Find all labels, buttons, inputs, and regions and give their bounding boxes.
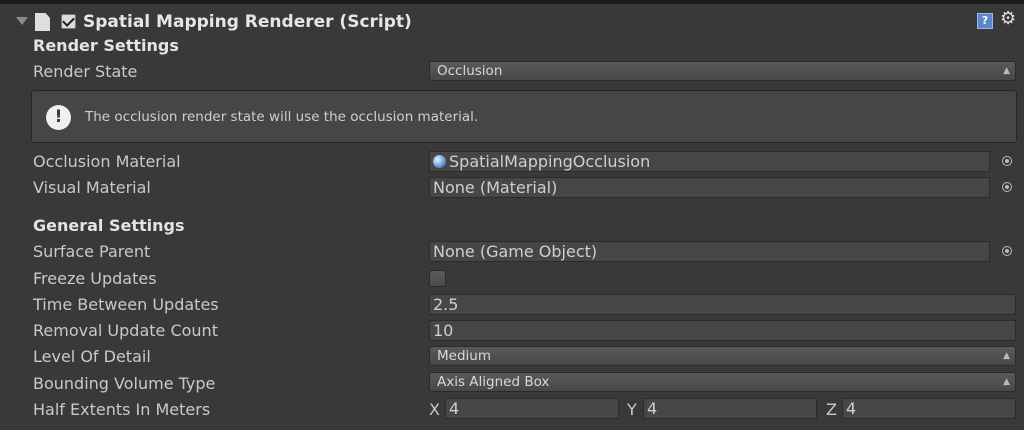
surface-parent-value: None (Game Object) [433, 242, 598, 261]
half-extents-x-input[interactable]: 4 [445, 398, 619, 419]
level-of-detail-label: Level Of Detail [33, 347, 151, 366]
freeze-updates-label: Freeze Updates [33, 269, 157, 288]
occlusion-material-label: Occlusion Material [33, 152, 181, 171]
level-of-detail-dropdown[interactable]: Medium ▲ [429, 346, 1016, 366]
component-header: Spatial Mapping Renderer (Script) ? ⚙ [0, 4, 1024, 36]
visual-material-value: None (Material) [433, 178, 558, 197]
render-state-dropdown[interactable]: Occlusion ▲ [429, 61, 1016, 81]
component-enabled-checkbox[interactable] [61, 14, 76, 29]
info-icon: ! [46, 105, 71, 130]
help-icon[interactable]: ? [977, 13, 993, 29]
surface-parent-label: Surface Parent [33, 242, 151, 261]
script-icon [35, 13, 50, 31]
surface-parent-field[interactable]: None (Game Object) [429, 241, 990, 262]
help-message: The occlusion render state will use the … [85, 109, 479, 125]
bounding-volume-type-dropdown[interactable]: Axis Aligned Box ▲ [429, 372, 1016, 392]
material-icon [433, 155, 446, 168]
occlusion-material-value: SpatialMappingOcclusion [449, 152, 651, 171]
freeze-updates-checkbox[interactable] [429, 270, 446, 287]
occlusion-material-field[interactable]: SpatialMappingOcclusion [429, 151, 990, 172]
bounding-volume-type-value: Axis Aligned Box [437, 374, 550, 390]
object-picker-icon[interactable] [1002, 182, 1012, 192]
render-settings-heading: Render Settings [33, 36, 179, 55]
general-settings-heading: General Settings [33, 216, 185, 235]
visual-material-field[interactable]: None (Material) [429, 177, 990, 198]
time-between-updates-input[interactable]: 2.5 [429, 294, 1016, 315]
bounding-volume-type-label: Bounding Volume Type [33, 374, 216, 393]
object-picker-icon[interactable] [1002, 246, 1012, 256]
help-box: ! The occlusion render state will use th… [31, 90, 1017, 143]
half-extents-label: Half Extents In Meters [33, 400, 211, 419]
removal-update-count-label: Removal Update Count [33, 321, 218, 340]
time-between-updates-label: Time Between Updates [33, 295, 219, 314]
gear-icon[interactable]: ⚙ [1000, 8, 1016, 29]
component-title: Spatial Mapping Renderer (Script) [83, 12, 412, 32]
removal-update-count-input[interactable]: 10 [429, 320, 1016, 341]
object-picker-icon[interactable] [1002, 156, 1012, 166]
z-axis-label: Z [826, 400, 837, 419]
dropdown-arrows-icon: ▲ [1003, 66, 1010, 76]
dropdown-arrows-icon: ▲ [1003, 351, 1010, 361]
y-axis-label: Y [627, 400, 637, 419]
level-of-detail-value: Medium [437, 348, 491, 364]
checkmark-icon [62, 14, 75, 27]
dropdown-arrows-icon: ▲ [1003, 377, 1010, 387]
render-state-value: Occlusion [437, 63, 503, 79]
visual-material-label: Visual Material [33, 178, 151, 197]
half-extents-y-input[interactable]: 4 [643, 398, 817, 419]
render-state-label: Render State [33, 62, 138, 81]
foldout-arrow-icon[interactable] [16, 17, 28, 25]
half-extents-z-input[interactable]: 4 [842, 398, 1016, 419]
x-axis-label: X [429, 400, 440, 419]
